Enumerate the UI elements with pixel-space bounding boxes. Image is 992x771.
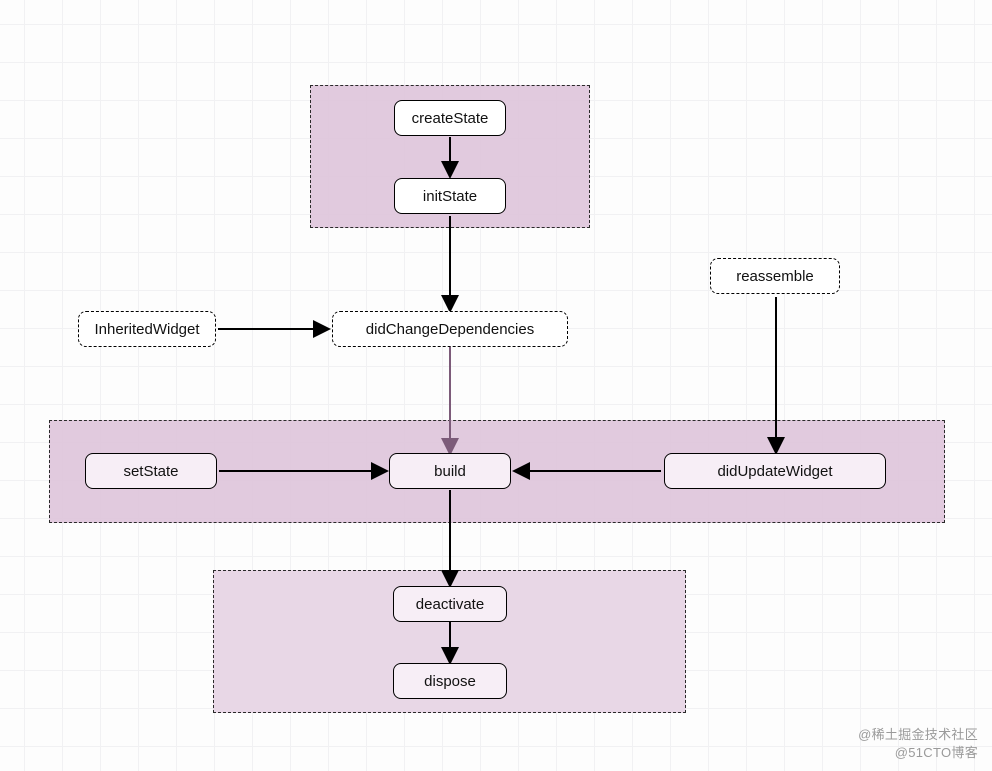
node-build: build: [389, 453, 511, 489]
node-createState: createState: [394, 100, 506, 136]
node-didChangeDependencies: didChangeDependencies: [332, 311, 568, 347]
node-deactivate: deactivate: [393, 586, 507, 622]
node-reassemble: reassemble: [710, 258, 840, 294]
node-didUpdateWidget: didUpdateWidget: [664, 453, 886, 489]
watermark-juejin: @稀土掘金技术社区: [858, 724, 978, 743]
node-setState: setState: [85, 453, 217, 489]
node-inheritedWidget: InheritedWidget: [78, 311, 216, 347]
watermark-51cto: @51CTO博客: [895, 742, 978, 761]
node-dispose: dispose: [393, 663, 507, 699]
node-initState: initState: [394, 178, 506, 214]
